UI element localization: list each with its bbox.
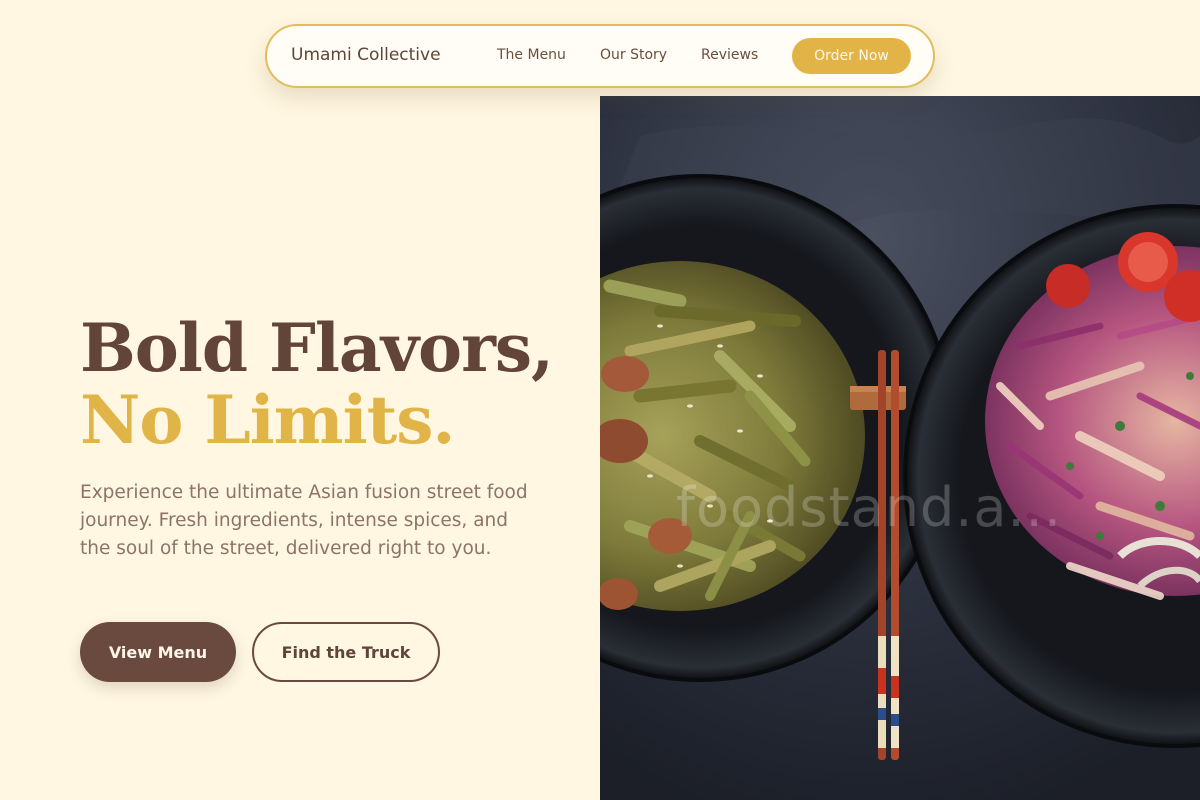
food-bowls-illustration [600,96,1200,800]
top-navigation: Umami Collective The Menu Our Story Revi… [265,24,935,88]
hero-headline: Bold Flavors, No Limits. [80,309,554,459]
nav-link-reviews[interactable]: Reviews [701,47,758,63]
headline-line-1: Bold Flavors, [80,309,554,387]
nav-link-the-menu[interactable]: The Menu [497,47,566,63]
landing-page: Umami Collective The Menu Our Story Revi… [0,0,1200,800]
hero-description: Experience the ultimate Asian fusion str… [80,482,528,559]
food-photo [600,96,1200,800]
order-now-button[interactable]: Order Now [792,38,911,74]
nav-link-our-story[interactable]: Our Story [600,47,667,63]
headline-line-2: No Limits. [80,381,455,459]
brand-logo-text[interactable]: Umami Collective [291,45,441,65]
find-the-truck-button[interactable]: Find the Truck [252,622,440,682]
view-menu-button[interactable]: View Menu [80,622,236,682]
